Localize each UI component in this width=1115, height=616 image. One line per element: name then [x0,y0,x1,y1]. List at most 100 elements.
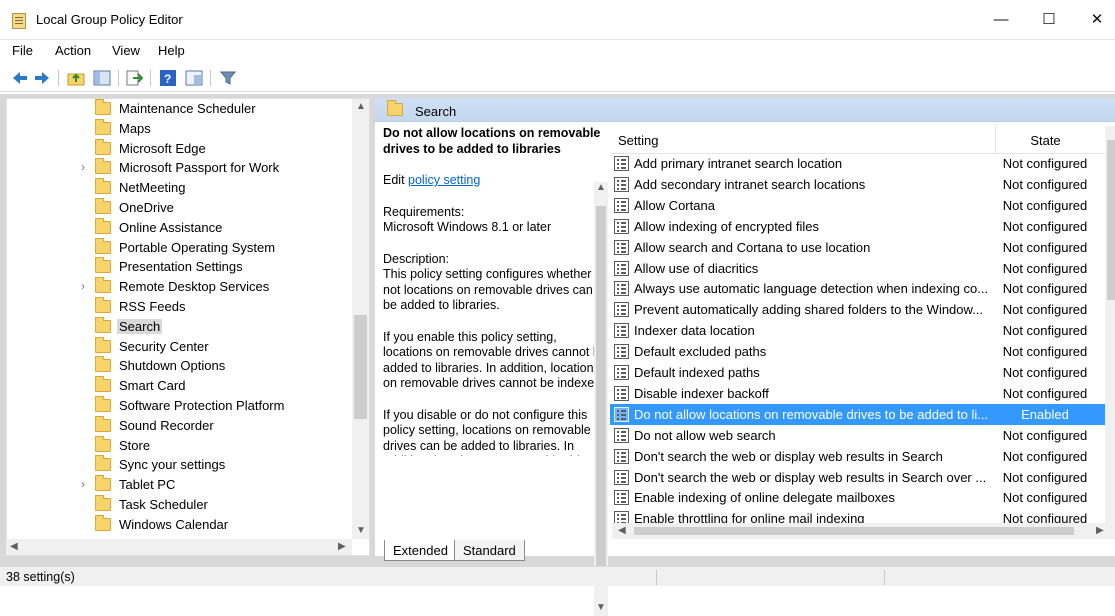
tree-item[interactable]: RSS Feeds [7,297,353,317]
expand-chevron-icon[interactable]: › [81,279,85,293]
setting-row[interactable]: Default excluded paths Not configured [610,341,1105,362]
policy-setting-icon [614,176,629,192]
tree-item[interactable]: Windows Calendar [7,514,353,535]
list-horizontal-scrollbar[interactable]: ◀ ▶ [612,523,1115,539]
tab-standard[interactable]: Standard [454,540,525,561]
folder-icon [95,316,111,333]
desc-scroll-down-icon[interactable]: ▼ [596,602,606,613]
export-list-icon[interactable] [124,68,144,88]
tree-item[interactable]: Software Protection Platform [7,396,353,416]
tree-item[interactable]: Sound Recorder [7,415,353,436]
filter-icon[interactable] [218,68,238,88]
tree-scroll-thumb[interactable] [354,315,367,419]
tree-item[interactable]: › Remote Desktop Services [7,277,353,297]
scroll-down-icon[interactable]: ▼ [356,525,366,536]
policy-setting-icon [614,469,629,485]
setting-name: Always use automatic language detection … [634,281,989,297]
scroll-right-icon[interactable]: ▶ [338,541,346,552]
scroll-left-icon[interactable]: ◀ [10,541,18,552]
close-button[interactable]: ✕ [1074,0,1115,40]
setting-row[interactable]: Do not allow locations on removable driv… [610,403,1105,425]
setting-row[interactable]: Allow Cortana Not configured [610,195,1105,216]
help-icon[interactable]: ? [158,68,178,88]
description-text-2: If you enable this policy setting, locat… [383,329,607,391]
tree-item[interactable]: NetMeeting [7,178,353,198]
setting-row[interactable]: Allow indexing of encrypted files Not con… [610,216,1105,237]
tree-item[interactable]: Microsoft Edge [7,138,353,159]
setting-name: Enable throttling for online mail indexi… [634,511,865,523]
tree-item[interactable]: › Microsoft Passport for Work [7,158,353,178]
list-vertical-scrollbar[interactable] [1105,126,1115,526]
tree-item[interactable]: OneDrive [7,198,353,218]
setting-name: Add primary intranet search location [634,156,843,171]
desc-scroll-up-icon[interactable]: ▲ [596,182,606,193]
policy-setting-icon [614,281,629,297]
minimize-button[interactable]: — [978,0,1024,40]
setting-row[interactable]: Allow search and Cortana to use location… [610,237,1105,258]
setting-row[interactable]: Do not allow web search Not configured [610,425,1105,446]
folder-icon [95,435,111,452]
setting-row[interactable]: Enable throttling for online mail indexi… [610,508,1105,523]
forward-icon[interactable] [32,68,52,88]
tree-item[interactable]: Maps [7,118,353,139]
setting-state: Not configured [1002,469,1088,485]
menu-help[interactable]: Help [158,43,185,58]
tree-item[interactable]: Sync your settings [7,455,353,475]
tree-item[interactable]: Presentation Settings [7,257,353,277]
setting-row[interactable]: Disable indexer backoff Not configured [610,383,1105,404]
tree-item[interactable]: Portable Operating System [7,237,353,258]
tree-item[interactable]: Maintenance Scheduler [7,99,353,119]
description-heading: Do not allow locations on removable driv… [383,126,601,156]
tree-item[interactable]: Smart Card [7,376,353,396]
tree-item-label: OneDrive [119,200,174,215]
show-hide-tree-icon[interactable] [92,68,112,88]
list-scroll-thumb[interactable] [1107,140,1115,300]
tree-vertical-scrollbar[interactable]: ▲ ▼ [352,99,369,539]
list-hscroll-thumb[interactable] [634,527,1074,535]
setting-row[interactable]: Don't search the web or display web resu… [610,467,1105,488]
tree-item-label: Online Assistance [119,219,223,235]
tree-item[interactable]: Search [7,316,353,337]
column-state[interactable]: State [995,124,1095,154]
setting-row[interactable]: Allow use of diacritics Not configured [610,258,1105,279]
tree-item[interactable]: Security Center [7,336,353,357]
setting-row[interactable]: Don't search the web or display web resu… [610,446,1105,467]
tree-item[interactable]: Store [7,435,353,456]
properties-view-icon[interactable] [184,68,204,88]
menu-action[interactable]: Action [55,43,91,58]
setting-row[interactable]: Add secondary intranet search locations N… [610,174,1105,195]
setting-state: Enabled [1021,406,1069,422]
tree-item[interactable]: › Tablet PC [7,475,353,495]
setting-name: Default indexed paths [634,365,760,380]
scroll-up-icon[interactable]: ▲ [356,101,366,112]
setting-row[interactable]: Add primary intranet search location Not … [610,153,1105,174]
setting-name: Do not allow locations on removable driv… [634,406,989,422]
menu-view[interactable]: View [112,43,140,58]
up-folder-icon[interactable] [66,68,86,88]
setting-row[interactable]: Always use automatic language detection … [610,278,1105,299]
setting-row[interactable]: Prevent automatically adding shared fold… [610,299,1105,320]
back-icon[interactable] [10,68,30,88]
status-count: 38 setting(s) [6,570,75,584]
expand-chevron-icon[interactable]: › [81,477,85,491]
menu-file[interactable]: File [12,43,33,58]
tree-item[interactable]: Shutdown Options [7,356,353,376]
maximize-button[interactable]: ☐ [1026,0,1072,40]
edit-policy-link[interactable]: policy setting [408,173,480,187]
list-scroll-right-icon[interactable]: ▶ [1096,525,1104,536]
toolbar: ? [0,64,1115,92]
desc-scroll-thumb[interactable] [596,206,606,586]
tab-extended[interactable]: Extended [384,540,457,561]
tree-item[interactable]: Online Assistance [7,217,353,238]
column-setting[interactable]: Setting [618,133,658,148]
policy-setting-icon [614,344,629,360]
setting-row[interactable]: Default indexed paths Not configured [610,362,1105,383]
expand-chevron-icon[interactable]: › [81,160,85,174]
tree-horizontal-scrollbar[interactable]: ◀ ▶ [6,539,352,555]
list-scroll-left-icon[interactable]: ◀ [618,525,626,536]
setting-row[interactable]: Enable indexing of online delegate mailb… [610,487,1105,508]
setting-row[interactable]: Indexer data location Not configured [610,320,1105,341]
description-scrollbar[interactable]: ▲ ▼ [594,182,608,616]
tree-item[interactable]: Task Scheduler [7,495,353,515]
setting-state: Not configured [1002,427,1088,443]
